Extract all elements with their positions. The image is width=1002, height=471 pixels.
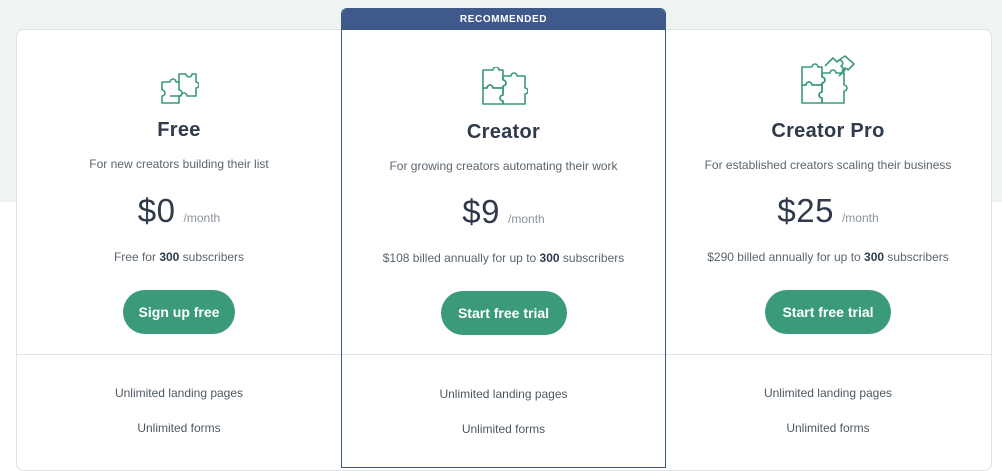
billing-suffix: subscribers	[884, 250, 949, 264]
billing-suffix: subscribers	[559, 251, 625, 265]
start-free-trial-button[interactable]: Start free trial	[765, 290, 891, 334]
plan-name: Creator Pro	[771, 120, 885, 142]
billing-prefix: Free for	[113, 250, 160, 264]
sign-up-free-button[interactable]: Sign up free	[123, 290, 235, 334]
price-row: $25/month	[666, 192, 990, 230]
puzzle-icon	[159, 70, 200, 111]
price-row: $9/month	[342, 193, 665, 231]
price-row: $0/month	[17, 192, 341, 230]
plan-description: For established creators scaling their b…	[704, 158, 952, 172]
plan-price: $9	[462, 193, 501, 230]
billing-count: 300	[864, 250, 885, 264]
plan-description: For growing creators automating their wo…	[389, 159, 618, 173]
feature-item: Unlimited forms	[786, 421, 870, 435]
feature-item: Unlimited forms	[137, 421, 221, 435]
recommended-badge: RECOMMENDED	[342, 9, 665, 30]
billing-suffix: subscribers	[179, 250, 245, 264]
feature-item: Unlimited landing pages	[114, 386, 244, 400]
price-period: /month	[508, 212, 545, 226]
billing-note: Free for 300 subscribers	[17, 250, 341, 264]
plan-card-creator: RECOMMENDED Creator For growing creators…	[341, 8, 666, 468]
price-period: /month	[841, 211, 879, 225]
plan-price: $25	[777, 192, 834, 229]
price-period: /month	[183, 211, 221, 225]
start-free-trial-button[interactable]: Start free trial	[440, 291, 567, 335]
plan-price: $0	[137, 192, 176, 229]
puzzle-icon	[480, 66, 529, 112]
billing-note: $108 billed annually for up to 300 subsc…	[342, 251, 665, 265]
billing-note: $290 billed annually for up to 300 subsc…	[666, 250, 990, 264]
feature-item: Unlimited landing pages	[439, 387, 568, 401]
feature-item: Unlimited forms	[461, 422, 546, 436]
puzzle-icon	[799, 54, 857, 111]
billing-count: 300	[159, 250, 180, 264]
plan-name: Creator	[466, 121, 541, 143]
billing-prefix: $108 billed annually for up to	[382, 251, 540, 265]
billing-prefix: $290 billed annually for up to	[707, 250, 865, 264]
plan-description: For new creators building their list	[89, 157, 269, 171]
feature-item: Unlimited landing pages	[763, 386, 893, 400]
billing-count: 300	[539, 251, 560, 265]
plan-name: Free	[157, 119, 201, 141]
